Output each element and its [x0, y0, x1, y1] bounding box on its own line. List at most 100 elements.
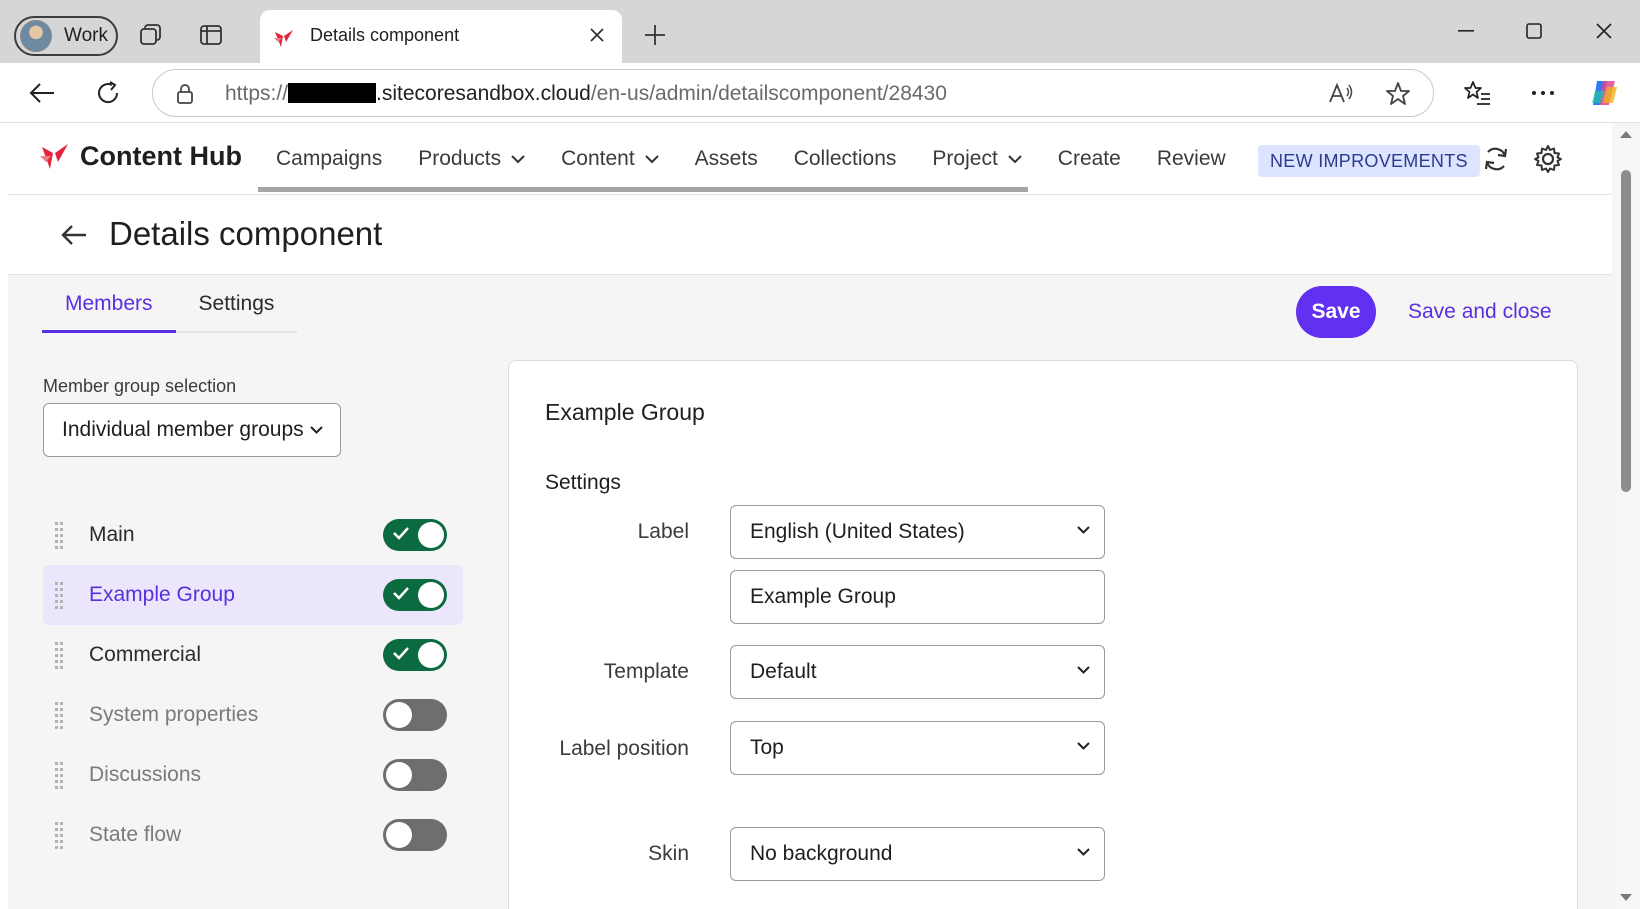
- scroll-up-icon[interactable]: [1619, 129, 1633, 139]
- chevron-down-icon: [1077, 526, 1090, 534]
- group-name: State flow: [89, 823, 182, 846]
- nav-assets[interactable]: Assets: [677, 123, 776, 195]
- lock-icon[interactable]: [175, 83, 195, 105]
- list-item[interactable]: Main: [43, 505, 463, 565]
- group-name: Commercial: [89, 643, 202, 666]
- group-toggle[interactable]: [383, 639, 447, 671]
- tab-members[interactable]: Members: [42, 277, 176, 333]
- scroll-down-icon[interactable]: [1619, 893, 1633, 903]
- group-details-card: Example Group Settings Label English (Un…: [508, 360, 1578, 909]
- label-input[interactable]: Example Group: [730, 570, 1105, 624]
- check-icon: [393, 587, 409, 600]
- label-field-label: Label: [637, 520, 689, 543]
- logo-icon: [40, 144, 68, 169]
- member-group-select-value: Individual member groups: [62, 418, 304, 441]
- template-field-label: Template: [603, 660, 689, 683]
- browser-toolbar: https:// .sitecoresandbox.cloud/en-us/adm…: [0, 63, 1640, 123]
- workspaces-icon[interactable]: [136, 20, 166, 50]
- drag-handle-icon[interactable]: [55, 521, 67, 549]
- vertical-tabs-icon[interactable]: [196, 20, 226, 50]
- read-aloud-icon[interactable]: [1328, 82, 1354, 106]
- back-arrow-icon[interactable]: [26, 77, 58, 109]
- page-tabs: Members Settings: [42, 277, 298, 333]
- nav-create[interactable]: Create: [1040, 123, 1139, 195]
- nav-products[interactable]: Products: [400, 123, 543, 195]
- scrollbar-thumb[interactable]: [1621, 170, 1631, 492]
- drag-handle-icon[interactable]: [55, 761, 67, 789]
- minimize-icon[interactable]: [1446, 14, 1486, 48]
- maximize-icon[interactable]: [1514, 14, 1554, 48]
- group-toggle[interactable]: [383, 519, 447, 551]
- nav-label: Create: [1057, 147, 1121, 170]
- group-toggle[interactable]: [383, 759, 447, 791]
- language-select[interactable]: English (United States): [730, 505, 1105, 559]
- group-toggle[interactable]: [383, 699, 447, 731]
- url-path: /en-us/admin/detailscomponent/28430: [590, 82, 947, 105]
- nav-review[interactable]: Review: [1139, 123, 1244, 195]
- member-group-select[interactable]: Individual member groups: [43, 403, 341, 457]
- page-scrollbar[interactable]: [1612, 123, 1640, 909]
- group-title: Example Group: [545, 399, 705, 425]
- close-icon[interactable]: [586, 24, 608, 46]
- label-position-field-label: Label position: [559, 737, 689, 760]
- drag-handle-icon[interactable]: [55, 641, 67, 669]
- check-icon: [393, 647, 409, 660]
- avatar: [20, 20, 52, 52]
- chevron-down-icon: [644, 154, 659, 163]
- app-content: Content Hub Campaigns Products Content A…: [8, 123, 1612, 909]
- nav-label: Products: [418, 147, 502, 170]
- nav-collections[interactable]: Collections: [776, 123, 915, 195]
- group-toggle[interactable]: [383, 819, 447, 851]
- chevron-down-icon: [1077, 742, 1090, 750]
- nav-content[interactable]: Content: [543, 123, 677, 195]
- chevron-down-icon: [309, 426, 323, 434]
- template-select[interactable]: Default: [730, 645, 1105, 699]
- copilot-icon[interactable]: [1589, 77, 1621, 109]
- window-close-icon[interactable]: [1584, 14, 1624, 48]
- label-position-select[interactable]: Top: [730, 721, 1105, 775]
- list-item[interactable]: State flow: [43, 805, 463, 865]
- list-item[interactable]: Discussions: [43, 745, 463, 805]
- favorites-list-icon[interactable]: [1461, 77, 1493, 109]
- content-hub-logo[interactable]: Content Hub: [38, 139, 242, 173]
- toggle-knob: [386, 822, 412, 848]
- url-text: https:// .sitecoresandbox.cloud/en-us/adm…: [225, 82, 947, 106]
- tab-settings[interactable]: Settings: [176, 277, 298, 331]
- drag-handle-icon[interactable]: [55, 821, 67, 849]
- list-item[interactable]: Commercial: [43, 625, 463, 685]
- nav-campaigns[interactable]: Campaigns: [258, 123, 400, 195]
- address-bar[interactable]: https:// .sitecoresandbox.cloud/en-us/adm…: [152, 69, 1434, 117]
- chevron-down-icon: [1008, 154, 1022, 163]
- settings-heading: Settings: [545, 471, 621, 494]
- favorite-star-icon[interactable]: [1385, 81, 1411, 107]
- skin-select[interactable]: No background: [730, 827, 1105, 881]
- profile-button[interactable]: Work: [14, 16, 118, 56]
- nav-label: Content: [561, 147, 635, 170]
- drag-handle-icon[interactable]: [55, 701, 67, 729]
- toggle-knob: [418, 642, 444, 668]
- refresh-icon[interactable]: [92, 77, 124, 109]
- sync-icon[interactable]: [1478, 141, 1514, 177]
- save-and-close-button[interactable]: Save and close: [1408, 300, 1552, 324]
- nav-project[interactable]: Project: [914, 123, 1039, 195]
- url-domain: .sitecoresandbox.cloud: [376, 82, 591, 105]
- new-improvements-badge[interactable]: NEW IMPROVEMENTS: [1258, 145, 1480, 177]
- more-options-icon[interactable]: [1527, 77, 1559, 109]
- group-toggle[interactable]: [383, 579, 447, 611]
- toggle-knob: [418, 522, 444, 548]
- nav-label: Campaigns: [276, 147, 383, 170]
- tab-details-component[interactable]: Details component: [260, 10, 622, 63]
- new-tab-icon[interactable]: [640, 20, 670, 50]
- gear-icon[interactable]: [1530, 141, 1566, 177]
- profile-label: Work: [64, 25, 108, 46]
- save-button[interactable]: Save: [1296, 286, 1376, 338]
- drag-handle-icon[interactable]: [55, 581, 67, 609]
- menu-scroll-indicator: [258, 187, 1028, 192]
- toggle-knob: [418, 582, 444, 608]
- list-item[interactable]: System properties: [43, 685, 463, 745]
- member-group-selection-label: Member group selection: [43, 376, 237, 396]
- back-arrow-icon[interactable]: [56, 217, 92, 253]
- browser-titlebar: Work Details component: [0, 0, 1640, 63]
- list-item[interactable]: Example Group: [43, 565, 463, 625]
- top-navigation: Content Hub Campaigns Products Content A…: [8, 123, 1612, 195]
